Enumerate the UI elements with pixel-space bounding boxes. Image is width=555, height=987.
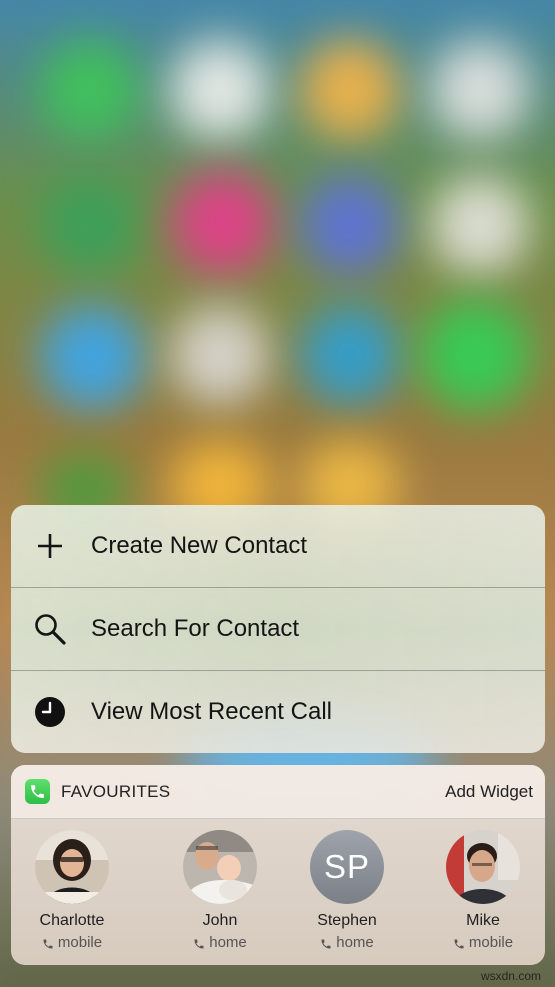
create-new-contact-action[interactable]: Create New Contact — [11, 505, 545, 587]
search-for-contact-label: Search For Contact — [91, 615, 300, 642]
favourite-contact-mike[interactable]: Mike mobile — [428, 830, 538, 951]
app-icon-blur — [420, 300, 530, 410]
watermark: wsxdn.com — [480, 969, 541, 983]
avatar — [35, 830, 109, 904]
app-icon-blur — [40, 175, 140, 275]
avatar: SP — [310, 830, 384, 904]
phone-type-label: mobile — [57, 934, 103, 951]
app-icon-blur — [300, 175, 400, 275]
app-icon-blur — [300, 305, 400, 405]
phone-icon — [42, 937, 54, 949]
app-icon-blur — [170, 305, 270, 405]
contact-name: John — [202, 912, 238, 929]
app-icon-blur — [430, 40, 530, 140]
app-icon-blur — [170, 40, 270, 140]
phone-type-label: home — [336, 934, 374, 951]
plus-icon — [33, 529, 67, 563]
quick-actions-menu: Create New Contact Search For Contact Vi… — [11, 505, 545, 753]
view-recent-call-label: View Most Recent Call — [91, 698, 332, 725]
phone-type-label: home — [209, 934, 247, 951]
contact-phone-type: home — [292, 934, 402, 951]
phone-app-icon — [25, 779, 50, 804]
favourite-contact-stephen[interactable]: SP Stephen home — [292, 830, 402, 951]
contact-name: Stephen — [317, 912, 377, 929]
clock-icon — [33, 695, 67, 729]
favourites-widget: FAVOURITES Add Widget Charlotte mobile J… — [11, 765, 545, 965]
search-for-contact-action[interactable]: Search For Contact — [11, 587, 545, 670]
contact-phone-type: mobile — [428, 934, 538, 951]
phone-icon — [320, 937, 332, 949]
contact-phone-type: mobile — [17, 934, 127, 951]
search-icon — [33, 612, 67, 646]
widget-header: FAVOURITES Add Widget — [11, 765, 545, 819]
app-icon-blur — [430, 175, 530, 275]
phone-icon — [193, 937, 205, 949]
app-icon-blur — [300, 40, 400, 140]
avatar — [446, 830, 520, 904]
favourite-contact-charlotte[interactable]: Charlotte mobile — [17, 830, 127, 951]
phone-icon — [453, 937, 465, 949]
app-icon-blur — [40, 305, 145, 410]
avatar — [183, 830, 257, 904]
app-icon-blur — [170, 170, 275, 275]
contact-phone-type: home — [165, 934, 275, 951]
favourites-list: Charlotte mobile John home SP Stephen ho… — [11, 819, 545, 965]
app-icon-blur — [40, 40, 140, 140]
contact-name: Mike — [466, 912, 500, 929]
widget-title: FAVOURITES — [61, 782, 171, 801]
favourite-contact-john[interactable]: John home — [165, 830, 275, 951]
create-new-contact-label: Create New Contact — [91, 532, 308, 559]
contact-name: Charlotte — [39, 912, 105, 929]
view-recent-call-action[interactable]: View Most Recent Call — [11, 670, 545, 753]
add-widget-button[interactable]: Add Widget — [445, 782, 533, 802]
phone-type-label: mobile — [468, 934, 514, 951]
